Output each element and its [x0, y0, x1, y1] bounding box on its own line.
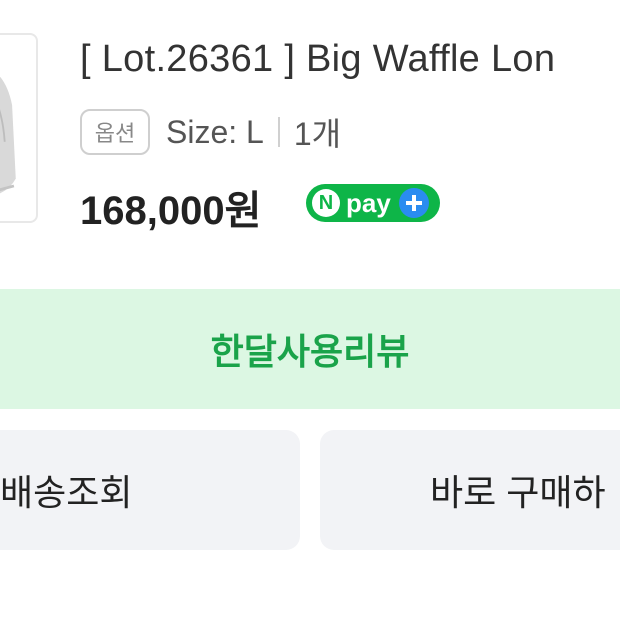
product-price: 168,000원	[80, 189, 262, 233]
monthly-review-button[interactable]: 한달사용리뷰	[0, 289, 620, 409]
buy-now-button[interactable]: 바로 구매하	[320, 430, 620, 550]
product-thumbnail-image	[0, 40, 36, 216]
option-divider	[277, 117, 280, 147]
delivery-tracking-button[interactable]: 배송조회	[0, 430, 300, 550]
npay-logo: N pay	[306, 184, 440, 222]
option-chip: 옵션	[80, 109, 150, 155]
npay-label: pay	[346, 188, 391, 218]
plus-icon	[398, 188, 429, 218]
option-quantity: 1개	[293, 116, 342, 152]
product-title: [ Lot.26361 ] Big Waffle Lon	[80, 38, 556, 80]
option-size: Size: L	[166, 113, 264, 150]
npay-n-badge: N	[312, 189, 340, 217]
product-thumbnail[interactable]	[0, 33, 38, 223]
option-row: 옵션 Size: L 1개	[80, 107, 341, 157]
